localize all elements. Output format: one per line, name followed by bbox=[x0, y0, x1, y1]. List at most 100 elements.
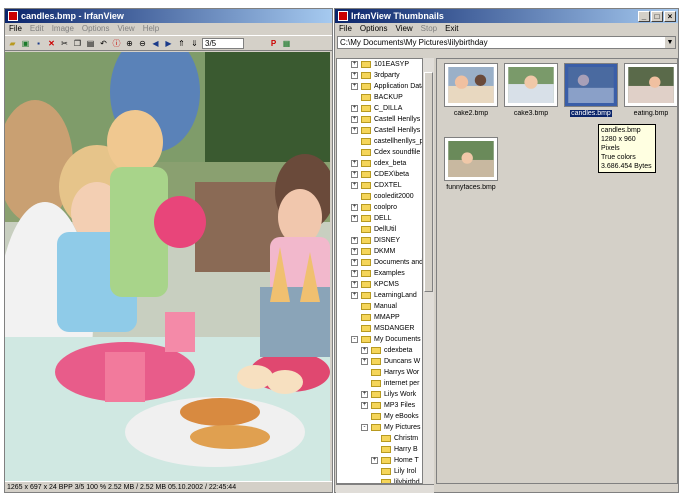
close-button[interactable]: × bbox=[664, 10, 676, 22]
slideshow-icon[interactable]: ▣ bbox=[20, 38, 31, 49]
maximize-button[interactable]: □ bbox=[651, 10, 663, 22]
menu-edit[interactable]: Edit bbox=[30, 23, 44, 35]
tree-item[interactable]: + DELL bbox=[337, 213, 422, 224]
paste-icon[interactable]: ▤ bbox=[85, 38, 96, 49]
thumbnail-item[interactable]: cake2.bmp bbox=[444, 63, 498, 117]
tree-item[interactable]: + KPCMS bbox=[337, 279, 422, 290]
collapse-icon[interactable]: - bbox=[361, 424, 368, 431]
thumbnail-item[interactable]: eating.bmp bbox=[624, 63, 678, 117]
print-icon[interactable]: P bbox=[268, 38, 279, 49]
expand-icon[interactable]: + bbox=[351, 204, 358, 211]
tree-item[interactable]: + Documents and bbox=[337, 257, 422, 268]
tree-item[interactable]: MSDANGER bbox=[337, 323, 422, 334]
expand-icon[interactable]: + bbox=[361, 358, 368, 365]
expand-icon[interactable]: + bbox=[361, 402, 368, 409]
expand-icon[interactable]: + bbox=[351, 237, 358, 244]
expand-icon[interactable]: + bbox=[351, 72, 358, 79]
expand-icon[interactable]: + bbox=[351, 248, 358, 255]
tree-item[interactable]: Harry B bbox=[337, 444, 422, 455]
menu-options[interactable]: Options bbox=[82, 23, 110, 35]
first-icon[interactable]: ⇑ bbox=[176, 38, 187, 49]
tree-item[interactable]: lilybirthd bbox=[337, 477, 422, 483]
tree-item[interactable]: Manual bbox=[337, 301, 422, 312]
tree-item[interactable]: +101EASYP bbox=[337, 59, 422, 70]
expand-icon[interactable]: + bbox=[351, 292, 358, 299]
tree-item[interactable]: - My Documents bbox=[337, 334, 422, 345]
expand-icon[interactable]: + bbox=[351, 171, 358, 178]
copy-icon[interactable]: ❐ bbox=[72, 38, 83, 49]
expand-icon[interactable]: + bbox=[351, 281, 358, 288]
tree-item[interactable]: + C_DILLA bbox=[337, 103, 422, 114]
tree-item[interactable]: + cdexbeta bbox=[337, 345, 422, 356]
collapse-icon[interactable]: - bbox=[351, 336, 358, 343]
thumbnail-item-selected[interactable]: candles.bmp bbox=[564, 63, 618, 117]
tree-item[interactable]: MMAPP bbox=[337, 312, 422, 323]
tree-item[interactable]: Christm bbox=[337, 433, 422, 444]
expand-icon[interactable]: + bbox=[351, 259, 358, 266]
tree-item[interactable]: + LearningLand bbox=[337, 290, 422, 301]
tree-item[interactable]: Lily Irol bbox=[337, 466, 422, 477]
path-combobox[interactable]: C:\My Documents\My Pictures\lilybirthday… bbox=[337, 36, 676, 49]
undo-icon[interactable]: ↶ bbox=[98, 38, 109, 49]
tree-item[interactable]: castellhenllys_p bbox=[337, 136, 422, 147]
page-counter-field[interactable]: 3/5 bbox=[202, 37, 244, 49]
tree-item[interactable]: internet per bbox=[337, 378, 422, 389]
tree-item[interactable]: cooledit2000 bbox=[337, 191, 422, 202]
chevron-down-icon[interactable]: ▼ bbox=[665, 37, 675, 48]
thumb-menu-stop[interactable]: Stop bbox=[421, 23, 437, 35]
thumb-menu-view[interactable]: View bbox=[395, 23, 412, 35]
irfanview-titlebar[interactable]: candles.bmp - IrfanView bbox=[5, 9, 332, 23]
tree-item[interactable]: + cdex_beta bbox=[337, 158, 422, 169]
expand-icon[interactable]: + bbox=[351, 83, 358, 90]
expand-icon[interactable]: + bbox=[351, 127, 358, 134]
save-icon[interactable]: ▪ bbox=[33, 38, 44, 49]
previous-icon[interactable]: ◀ bbox=[150, 38, 161, 49]
tree-item[interactable]: Harrys Wor bbox=[337, 367, 422, 378]
tree-item[interactable]: + Lilys Work bbox=[337, 389, 422, 400]
expand-icon[interactable]: + bbox=[351, 215, 358, 222]
tree-item[interactable]: + CDXTEL bbox=[337, 180, 422, 191]
tree-item[interactable]: + DISNEY bbox=[337, 235, 422, 246]
last-icon[interactable]: ⇓ bbox=[189, 38, 200, 49]
tree-scrollbar-thumb[interactable] bbox=[424, 72, 433, 292]
expand-icon[interactable]: + bbox=[371, 457, 378, 464]
tree-scrollbar[interactable] bbox=[423, 58, 434, 484]
menu-view[interactable]: View bbox=[118, 23, 135, 35]
tree-item[interactable]: + MP3 Files bbox=[337, 400, 422, 411]
menu-file[interactable]: File bbox=[9, 23, 22, 35]
tree-item[interactable]: + Home T bbox=[337, 455, 422, 466]
menu-image[interactable]: Image bbox=[52, 23, 74, 35]
thumbnail-item[interactable]: cake3.bmp bbox=[504, 63, 558, 117]
delete-icon[interactable]: ✕ bbox=[46, 38, 57, 49]
cut-icon[interactable]: ✂ bbox=[59, 38, 70, 49]
thumb-menu-exit[interactable]: Exit bbox=[445, 23, 458, 35]
expand-icon[interactable]: + bbox=[351, 270, 358, 277]
tree-item[interactable]: + Castell Henllys I bbox=[337, 125, 422, 136]
zoom-in-icon[interactable]: ⊕ bbox=[124, 38, 135, 49]
expand-icon[interactable]: + bbox=[351, 61, 358, 68]
tree-item[interactable]: + Examples bbox=[337, 268, 422, 279]
tree-item[interactable]: Cdex soundfile bbox=[337, 147, 422, 158]
thumb-menu-file[interactable]: File bbox=[339, 23, 352, 35]
expand-icon[interactable]: + bbox=[351, 160, 358, 167]
info-icon[interactable]: ⓘ bbox=[111, 38, 122, 49]
tree-item[interactable]: BACKUP bbox=[337, 92, 422, 103]
main-image-view[interactable] bbox=[5, 52, 330, 491]
expand-icon[interactable]: + bbox=[361, 391, 368, 398]
next-icon[interactable]: ▶ bbox=[163, 38, 174, 49]
tree-item[interactable]: + coolpro bbox=[337, 202, 422, 213]
expand-icon[interactable]: + bbox=[361, 347, 368, 354]
expand-icon[interactable]: + bbox=[351, 105, 358, 112]
thumb-menu-options[interactable]: Options bbox=[360, 23, 388, 35]
zoom-out-icon[interactable]: ⊖ bbox=[137, 38, 148, 49]
minimize-button[interactable]: _ bbox=[638, 10, 650, 22]
tree-item[interactable]: + Castell Henllys I bbox=[337, 114, 422, 125]
tree-item[interactable]: DellUtil bbox=[337, 224, 422, 235]
expand-icon[interactable]: + bbox=[351, 116, 358, 123]
folder-tree[interactable]: +101EASYP +3rdparty + Application Data BACKU… bbox=[336, 58, 423, 484]
tree-item[interactable]: + DKMM bbox=[337, 246, 422, 257]
menu-help[interactable]: Help bbox=[143, 23, 159, 35]
expand-icon[interactable]: + bbox=[351, 182, 358, 189]
thumbnails-titlebar[interactable]: IrfanView Thumbnails _ □ × bbox=[335, 9, 678, 23]
tree-item[interactable]: + Application Data bbox=[337, 81, 422, 92]
